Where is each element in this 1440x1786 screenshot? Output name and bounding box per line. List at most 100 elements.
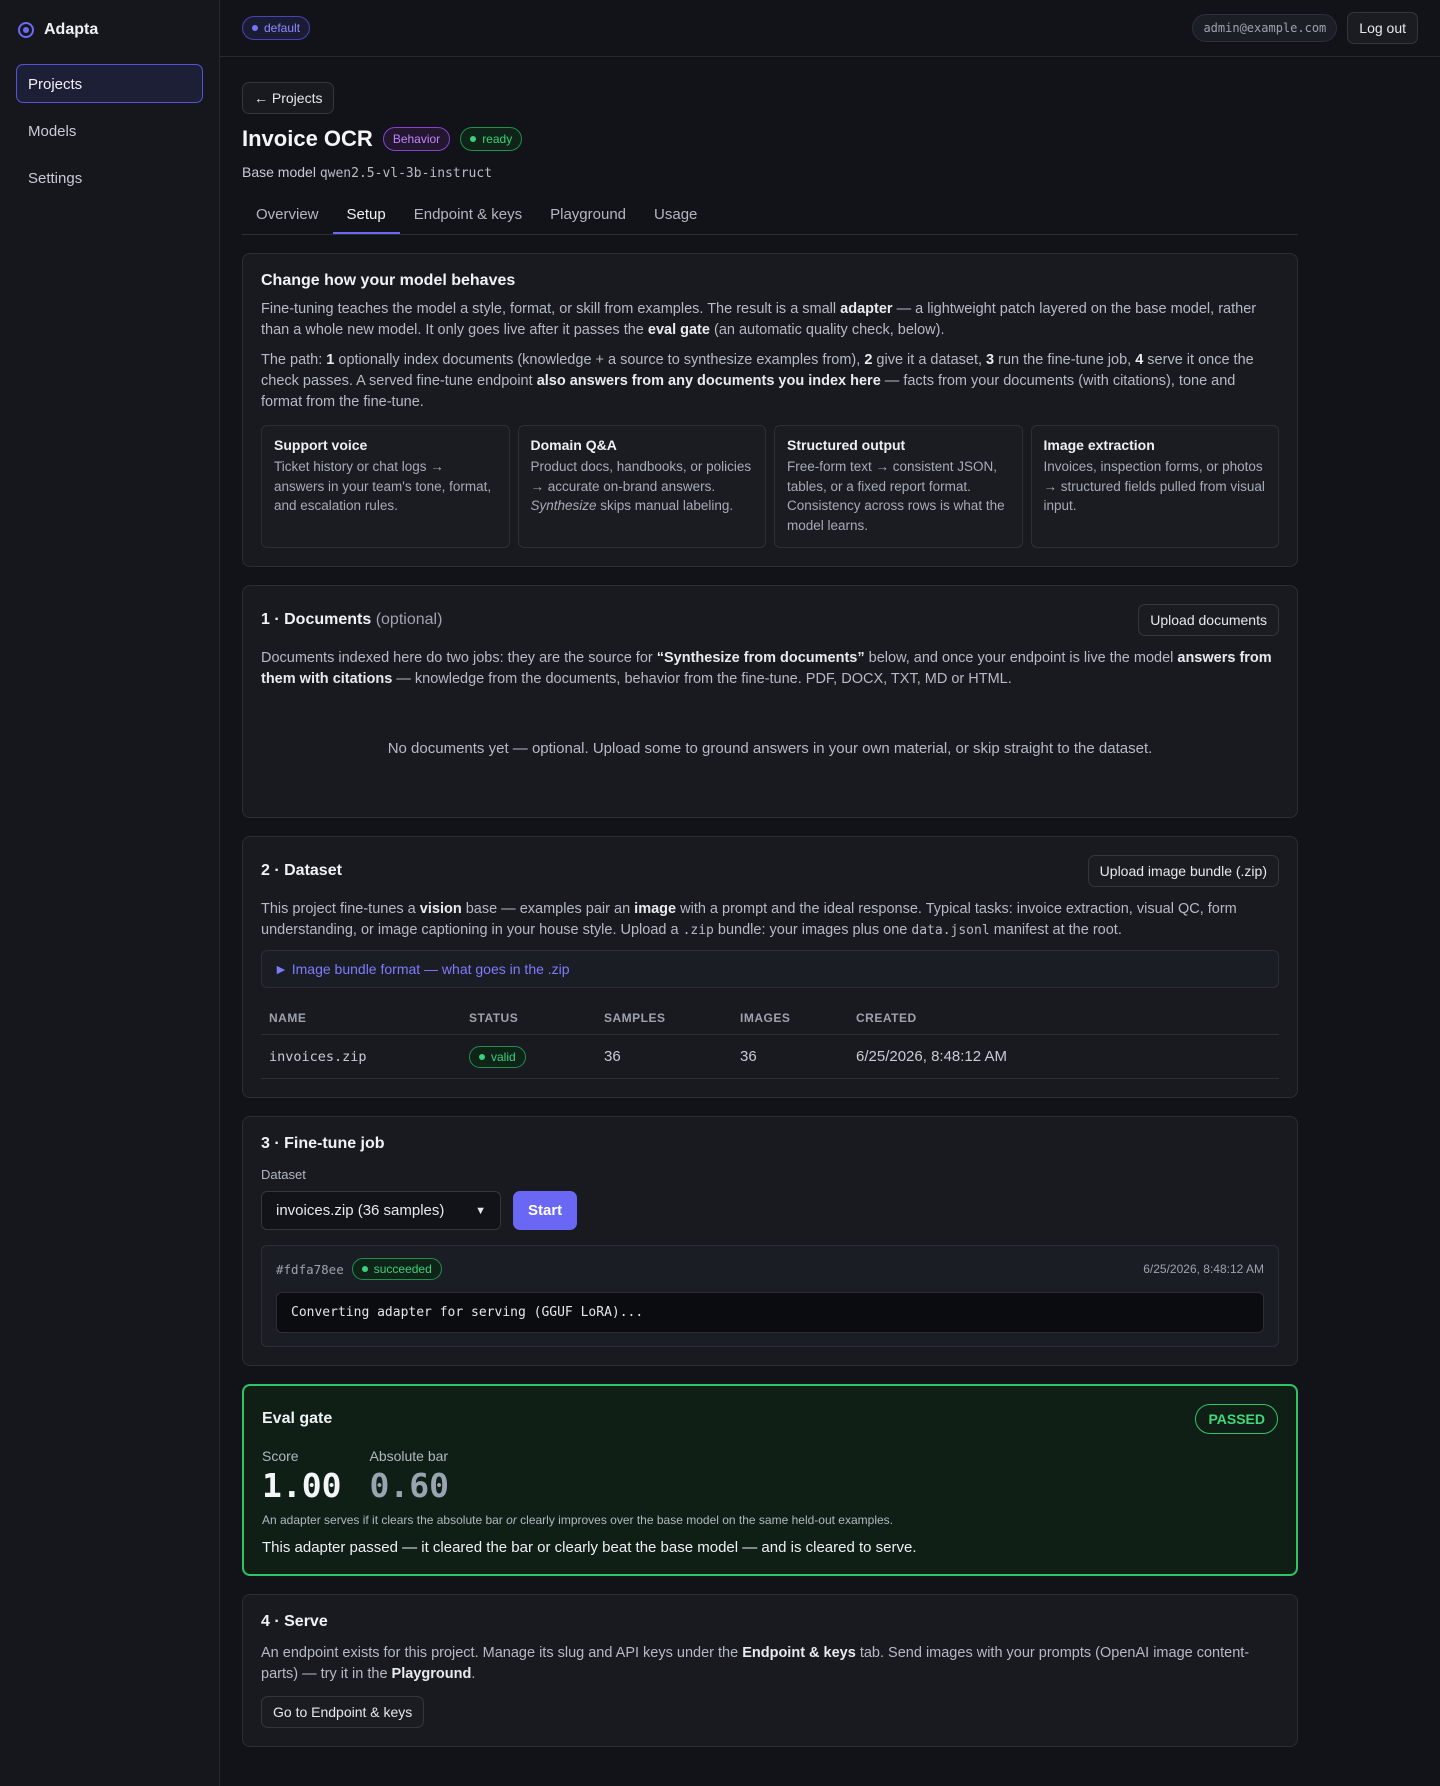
dataset-heading: 2 · Dataset: [261, 862, 342, 879]
use-case-card: Support voice Ticket history or chat log…: [261, 425, 510, 548]
tab-endpoint-keys[interactable]: Endpoint & keys: [400, 197, 536, 234]
eval-header: Eval gate PASSED: [262, 1404, 1278, 1434]
use-case-text: Ticket history or chat logs → answers in…: [274, 459, 492, 513]
main-content: ← Projects Invoice OCR Behavior ready Ba…: [242, 57, 1298, 1747]
dataset-images: 36: [732, 1034, 848, 1079]
documents-header: 1 · Documents (optional) Upload document…: [261, 604, 1279, 636]
sidebar: Adapta Projects Models Settings: [0, 0, 220, 1786]
use-case-title: Support voice: [274, 437, 368, 453]
base-model-line: Base model qwen2.5-vl-3b-instruct: [242, 164, 1298, 181]
status-dot-icon: [361, 1266, 368, 1272]
brand[interactable]: Adapta: [0, 0, 219, 60]
intro-paragraph-2: The path: 1 optionally index documents (…: [261, 352, 1254, 410]
back-to-projects-button[interactable]: ← Projects: [242, 82, 335, 114]
tab-usage[interactable]: Usage: [640, 197, 711, 234]
sidebar-nav: Projects Models Settings: [0, 60, 219, 209]
use-case-text: Free-form text → consistent JSON, tables…: [787, 459, 1005, 533]
eval-message: This adapter passed — it cleared the bar…: [262, 1539, 917, 1556]
sidebar-item-models[interactable]: Models: [16, 111, 203, 150]
use-case-title: Structured output: [787, 437, 906, 453]
job-panel: #fdfa78ee succeeded 6/25/2026, 8:48:12 A…: [261, 1245, 1279, 1347]
use-case-title: Domain Q&A: [530, 437, 617, 453]
score-label: Score: [262, 1448, 299, 1464]
use-case-title: Image extraction: [1043, 437, 1155, 453]
table-header-row: NAME STATUS SAMPLES IMAGES CREATED: [261, 1002, 1279, 1035]
bar-label: Absolute bar: [369, 1448, 449, 1464]
dataset-created: 6/25/2026, 8:48:12 AM: [848, 1034, 1279, 1079]
documents-card: 1 · Documents (optional) Upload document…: [242, 585, 1298, 818]
score-value: 1.00: [262, 1466, 342, 1505]
tab-playground[interactable]: Playground: [536, 197, 640, 234]
eval-heading: Eval gate: [262, 1410, 333, 1427]
bar-value: 0.60: [369, 1466, 449, 1505]
bundle-format-disclosure[interactable]: ► Image bundle format — what goes in the…: [261, 950, 1279, 988]
eval-gate-card: Eval gate PASSED Score 1.00 Absolute bar…: [242, 1384, 1298, 1576]
sidebar-item-projects[interactable]: Projects: [16, 64, 203, 103]
dataset-status: valid: [461, 1034, 596, 1079]
workspace-label: default: [264, 21, 301, 35]
use-case-card: Structured output Free-form text → consi…: [774, 425, 1023, 548]
status-label: ready: [482, 132, 513, 146]
start-button[interactable]: Start: [513, 1191, 578, 1230]
finetune-card: 3 · Fine-tune job Dataset invoices.zip (…: [242, 1116, 1298, 1366]
table-row[interactable]: invoices.zip valid 36 36 6/25/2026, 8:48…: [261, 1034, 1279, 1079]
logo-icon: [18, 22, 34, 38]
use-case-text: Invoices, inspection forms, or photos → …: [1043, 459, 1265, 513]
use-case-text: Product docs, handbooks, or policies → a…: [530, 459, 752, 513]
job-id: #fdfa78ee: [276, 1261, 344, 1277]
base-model-value: qwen2.5-vl-3b-instruct: [319, 166, 493, 181]
bar-block: Absolute bar 0.60: [369, 1448, 448, 1505]
dataset-description: This project fine-tunes a vision base — …: [261, 901, 1237, 938]
status-badge: ready: [460, 127, 523, 151]
sidebar-item-settings[interactable]: Settings: [16, 158, 203, 197]
job-header: #fdfa78ee succeeded 6/25/2026, 8:48:12 A…: [276, 1258, 1264, 1280]
status-dot-icon: [470, 136, 477, 142]
passed-badge: PASSED: [1195, 1404, 1278, 1434]
use-case-card: Image extraction Invoices, inspection fo…: [1030, 425, 1279, 548]
serve-heading: 4 · Serve: [261, 1613, 328, 1630]
logout-button[interactable]: Log out: [1347, 12, 1418, 44]
dataset-name: invoices.zip: [261, 1034, 461, 1079]
status-dot-icon: [252, 25, 258, 31]
title-row: Invoice OCR Behavior ready: [242, 126, 1298, 152]
dataset-select[interactable]: invoices.zip (36 samples) ▼: [261, 1191, 501, 1230]
finetune-heading: 3 · Fine-tune job: [261, 1135, 385, 1152]
finetune-form: invoices.zip (36 samples) ▼ Start: [261, 1191, 1279, 1230]
page-title: Invoice OCR: [242, 126, 373, 151]
tabs: Overview Setup Endpoint & keys Playgroun…: [242, 197, 1298, 235]
serve-card: 4 · Serve An endpoint exists for this pr…: [242, 1594, 1298, 1747]
intro-card: Change how your model behaves Fine-tunin…: [242, 253, 1298, 567]
job-time: 6/25/2026, 8:48:12 AM: [1143, 1262, 1264, 1276]
use-case-card: Domain Q&A Product docs, handbooks, or p…: [517, 425, 766, 548]
tab-overview[interactable]: Overview: [242, 197, 333, 234]
chevron-down-icon: ▼: [475, 1204, 486, 1217]
go-to-endpoint-button[interactable]: Go to Endpoint & keys: [261, 1696, 425, 1728]
base-model-label: Base model: [242, 164, 316, 180]
eval-note: An adapter serves if it clears the absol…: [262, 1513, 894, 1527]
status-dot-icon: [479, 1053, 485, 1060]
dataset-header: 2 · Dataset Upload image bundle (.zip): [261, 855, 1279, 887]
valid-badge: valid: [469, 1045, 526, 1068]
job-status-badge: succeeded: [351, 1258, 442, 1280]
use-cases: Support voice Ticket history or chat log…: [261, 425, 1279, 548]
column-header: SAMPLES: [596, 1002, 732, 1035]
topbar-right: admin@example.com Log out: [1192, 12, 1418, 44]
serve-description: An endpoint exists for this project. Man…: [261, 1645, 1250, 1682]
eval-scores: Score 1.00 Absolute bar 0.60: [262, 1448, 1278, 1505]
column-header: NAME: [261, 1002, 461, 1035]
intro-heading: Change how your model behaves: [261, 272, 516, 289]
job-log: Converting adapter for serving (GGUF LoR…: [276, 1292, 1264, 1333]
tab-setup[interactable]: Setup: [332, 197, 400, 234]
intro-paragraph-1: Fine-tuning teaches the model a style, f…: [261, 301, 1257, 338]
workspace-badge[interactable]: default: [242, 16, 311, 40]
dataset-select-label: Dataset: [261, 1167, 306, 1182]
brand-name: Adapta: [44, 21, 99, 38]
documents-heading: 1 · Documents (optional): [261, 611, 443, 628]
upload-image-bundle-button[interactable]: Upload image bundle (.zip): [1087, 855, 1279, 887]
topbar: default admin@example.com Log out: [220, 0, 1440, 57]
upload-documents-button[interactable]: Upload documents: [1138, 604, 1279, 636]
dataset-samples: 36: [596, 1034, 732, 1079]
dataset-table: NAME STATUS SAMPLES IMAGES CREATED invoi…: [261, 1002, 1279, 1079]
documents-description: Documents indexed here do two jobs: they…: [261, 650, 1272, 687]
dataset-card: 2 · Dataset Upload image bundle (.zip) T…: [242, 836, 1298, 1098]
